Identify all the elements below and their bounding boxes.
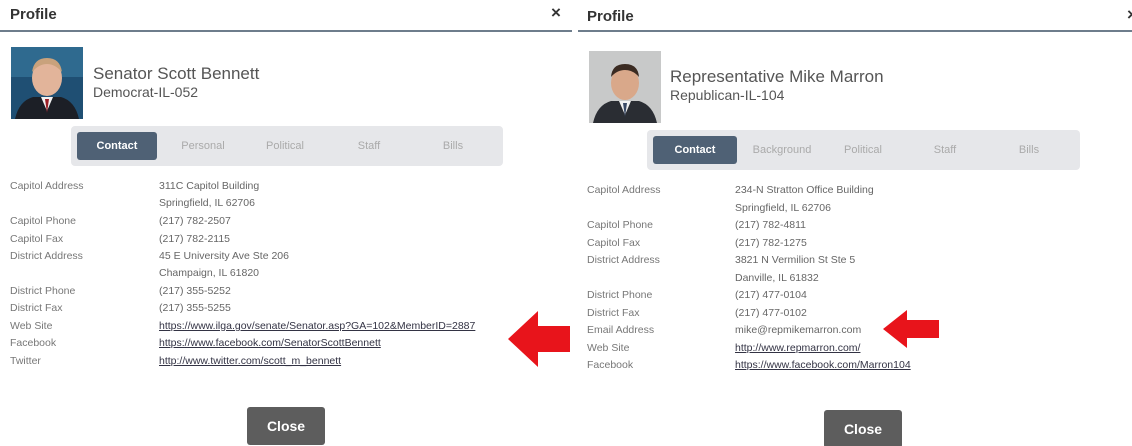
field-label-capitol-phone: Capitol Phone — [10, 215, 76, 227]
person-party: Republican-IL-104 — [670, 87, 785, 103]
tab-bar: Contact Personal Political Staff Bills — [71, 126, 503, 166]
field-value-district-phone: (217) 477-0104 — [735, 289, 807, 301]
tab-staff[interactable]: Staff — [909, 136, 981, 164]
person-name: Senator Scott Bennett — [93, 64, 260, 83]
field-value-capitol-phone: (217) 782-4811 — [735, 219, 807, 231]
field-label-capitol-fax: Capitol Fax — [10, 233, 64, 245]
field-value-capitol-city: Springfield, IL 62706 — [159, 197, 255, 209]
field-label-district-address: District Address — [10, 250, 83, 262]
portrait-image — [589, 51, 661, 123]
red-arrow-icon — [883, 310, 939, 348]
panel-title: Profile — [587, 8, 634, 25]
field-label-facebook: Facebook — [10, 337, 57, 349]
profile-panel-left: Profile × Senator Scott Bennett Democrat… — [0, 0, 572, 446]
field-value-capitol-address: 234-N Stratton Office Building — [735, 184, 874, 196]
avatar — [589, 51, 661, 123]
close-icon[interactable]: × — [1127, 5, 1132, 25]
field-value-capitol-city: Springfield, IL 62706 — [735, 202, 831, 214]
close-icon[interactable]: × — [551, 3, 561, 23]
field-value-district-phone: (217) 355-5252 — [159, 285, 231, 297]
field-label-district-phone: District Phone — [10, 285, 76, 297]
field-label-email-address: Email Address — [587, 324, 655, 336]
field-label-district-fax: District Fax — [587, 307, 640, 319]
field-value-capitol-phone: (217) 782-2507 — [159, 215, 231, 227]
tab-contact[interactable]: Contact — [77, 132, 157, 160]
field-label-district-phone: District Phone — [587, 289, 653, 301]
field-value-capitol-fax: (217) 782-1275 — [735, 237, 807, 249]
tab-bills[interactable]: Bills — [993, 136, 1065, 164]
red-arrow-icon — [508, 311, 570, 367]
field-label-web-site: Web Site — [587, 342, 630, 354]
field-value-district-address: 45 E University Ave Ste 206 — [159, 250, 289, 262]
tab-background[interactable]: Background — [743, 136, 821, 164]
field-label-web-site: Web Site — [10, 320, 53, 332]
tab-bar: Contact Background Political Staff Bills — [647, 130, 1080, 170]
person-party: Democrat-IL-052 — [93, 84, 199, 100]
field-label-facebook: Facebook — [587, 359, 634, 371]
field-value-district-city: Champaign, IL 61820 — [159, 267, 260, 279]
profile-panel-right: Profile × Representative Mike Marron Rep… — [578, 0, 1132, 446]
field-label-capitol-phone: Capitol Phone — [587, 219, 653, 231]
web-site-link[interactable]: http://www.repmarron.com/ — [735, 342, 860, 354]
panel-header: Profile × — [578, 0, 1132, 32]
field-value-district-fax: (217) 355-5255 — [159, 302, 231, 314]
web-site-link[interactable]: https://www.ilga.gov/senate/Senator.asp?… — [159, 320, 475, 332]
tab-personal[interactable]: Personal — [167, 132, 239, 160]
field-value-district-fax: (217) 477-0102 — [735, 307, 807, 319]
tab-political[interactable]: Political — [249, 132, 321, 160]
field-label-twitter: Twitter — [10, 355, 41, 367]
twitter-link[interactable]: http://www.twitter.com/scott_m_bennett — [159, 355, 341, 367]
person-name: Representative Mike Marron — [670, 67, 884, 86]
field-label-capitol-fax: Capitol Fax — [587, 237, 641, 249]
field-label-capitol-address: Capitol Address — [587, 184, 661, 196]
tab-contact[interactable]: Contact — [653, 136, 737, 164]
panel-title: Profile — [10, 6, 57, 23]
field-label-capitol-address: Capitol Address — [10, 180, 84, 192]
panel-header: Profile × — [0, 0, 572, 32]
tab-political[interactable]: Political — [827, 136, 899, 164]
portrait-image — [11, 47, 83, 119]
field-label-district-fax: District Fax — [10, 302, 63, 314]
close-button[interactable]: Close — [824, 410, 902, 446]
tab-bills[interactable]: Bills — [417, 132, 489, 160]
field-value-capitol-address: 311C Capitol Building — [159, 180, 260, 192]
tab-staff[interactable]: Staff — [333, 132, 405, 160]
close-button[interactable]: Close — [247, 407, 325, 445]
field-value-email-address: mike@repmikemarron.com — [735, 324, 862, 336]
field-value-capitol-fax: (217) 782-2115 — [159, 233, 231, 245]
field-value-district-city: Danville, IL 61832 — [735, 272, 819, 284]
facebook-link[interactable]: https://www.facebook.com/Marron104 — [735, 359, 911, 371]
field-value-district-address: 3821 N Vermilion St Ste 5 — [735, 254, 856, 266]
field-label-district-address: District Address — [587, 254, 660, 266]
facebook-link[interactable]: https://www.facebook.com/SenatorScottBen… — [159, 337, 381, 349]
avatar — [11, 47, 83, 119]
